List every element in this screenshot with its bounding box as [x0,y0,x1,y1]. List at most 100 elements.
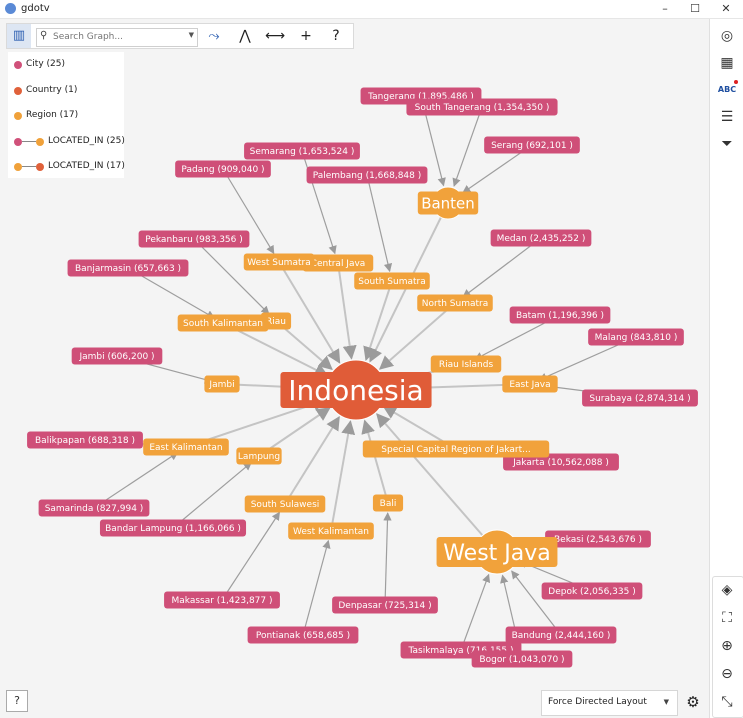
city-node-surabaya[interactable]: Surabaya (2,874,314 ) [582,389,698,407]
located-in-edge[interactable] [511,570,562,636]
region-node-northsumatra[interactable]: North Sumatra [417,294,493,312]
region-node-eastjava[interactable]: East Java [502,375,558,393]
city-node-makassar[interactable]: Makassar (1,423,877 ) [164,591,280,609]
city-node-medan[interactable]: Medan (2,435,252 ) [490,229,592,247]
city-node-malang[interactable]: Malang (843,810 ) [588,328,684,346]
node-label: Pontianak (658,685 ) [256,631,350,641]
located-in-edge[interactable] [193,238,270,315]
layers-icon[interactable]: ◈ [716,579,738,601]
region-node-banten[interactable]: Banten [417,186,479,220]
close-button[interactable]: ✕ [712,0,740,18]
located-in-edge[interactable] [383,512,392,606]
filter-icon[interactable]: ⏷ [716,133,738,155]
region-node-southsumatra[interactable]: South Sumatra [354,272,430,290]
maximize-button[interactable]: ☐ [681,0,709,18]
located-in-edge[interactable] [363,280,393,361]
node-label: Riau [266,317,286,327]
city-node-pekanbaru[interactable]: Pekanbaru (983,356 ) [138,230,250,248]
node-label: Bandung (2,444,160 ) [512,631,611,641]
city-node-balikpapan[interactable]: Balikpapan (688,318 ) [27,431,143,449]
city-node-batam[interactable]: Batam (1,196,396 ) [509,306,611,324]
region-node-jakarta_r[interactable]: Special Capital Region of Jakart... [362,440,550,458]
located-in-edge[interactable] [462,237,542,298]
gear-icon[interactable]: ⚙ [681,690,705,714]
city-node-bandung[interactable]: Bandung (2,444,160 ) [505,626,617,644]
city-swatch [14,61,22,69]
city-node-bandarlampung[interactable]: Bandar Lampung (1,166,066 ) [99,519,247,537]
expand-horizontal-icon[interactable]: ⟷ [261,24,289,48]
located-in-edge[interactable] [172,461,252,529]
located-in-edge[interactable] [337,262,357,360]
legend-panel: City (25) Country (1) Region (17) LOCATE… [8,52,125,178]
city-node-pontianak[interactable]: Pontianak (658,685 ) [247,626,359,644]
city-node-jambi_c[interactable]: Jambi (606,200 ) [71,347,163,365]
city-node-banjarmasin[interactable]: Banjarmasin (657,663 ) [67,259,189,277]
city-node-palembang[interactable]: Palembang (1,668,848 ) [306,166,428,184]
city-node-depok[interactable]: Depok (2,056,335 ) [541,582,643,600]
city-node-padang[interactable]: Padang (909,040 ) [175,160,271,178]
map-view-button[interactable]: ▥ [7,24,31,48]
help-panel-button[interactable]: ? [6,690,28,712]
sliders-icon[interactable]: ☰ [716,106,738,128]
region-node-bali[interactable]: Bali [372,494,404,512]
region-node-eastkal[interactable]: East Kalimantan [143,438,229,456]
region-node-riauislands[interactable]: Riau Islands [430,355,502,373]
search-input[interactable] [53,30,181,43]
collapse-icon[interactable]: ⤡ [716,691,738,713]
node-label: Pekanbaru (983,356 ) [145,235,243,245]
located-in-edge[interactable] [284,415,340,505]
add-icon[interactable]: + [292,24,320,48]
city-node-bekasi[interactable]: Bekasi (2,543,676 ) [545,530,651,548]
region-node-southsul[interactable]: South Sulawesi [244,495,326,513]
located-in-edge[interactable] [452,106,483,187]
node-label: Jakarta (10,562,088 ) [512,458,609,468]
hierarchy-icon[interactable]: ⋀ [231,24,259,48]
node-label: Bandar Lampung (1,166,066 ) [105,524,241,534]
node-label: Malang (843,810 ) [595,333,678,343]
located-in-edge[interactable] [301,150,337,255]
zoom-in-icon[interactable]: ⊕ [716,635,738,657]
country-swatch [14,87,22,95]
located-in-edge[interactable] [278,261,341,364]
region-node-jambi[interactable]: Jambi [204,375,240,393]
node-label: Riau Islands [439,360,494,370]
city-node-denpasar[interactable]: Denpasar (725,314 ) [332,596,438,614]
node-label: Banjarmasin (657,663 ) [75,264,181,274]
node-label: Bali [380,499,397,509]
region-node-westsumatra[interactable]: West Sumatra [243,253,315,271]
region-node-southkal[interactable]: South Kalimantan [177,314,269,332]
node-label: Samarinda (827,994 ) [45,504,144,514]
zoom-out-icon[interactable]: ⊖ [716,663,738,685]
chevron-down-icon[interactable]: ▼ [189,31,194,39]
node-label: Makassar (1,423,877 ) [172,596,273,606]
help-icon[interactable]: ? [322,24,350,48]
city-node-bogor[interactable]: Bogor (1,043,070 ) [471,650,573,668]
search-box[interactable]: ⚲ ▼ [36,28,198,47]
country-node-indonesia[interactable]: Indonesia [280,359,432,421]
located-in-edge[interactable] [361,419,389,504]
legend-label: Region (17) [26,110,79,120]
table-icon[interactable]: ▦ [716,52,738,74]
edge-line [22,141,36,142]
located-in-edge[interactable] [302,539,331,636]
city-node-southtangerang[interactable]: South Tangerang (1,354,350 ) [406,98,558,116]
legend-label: LOCATED_IN (25) [48,136,125,146]
node-label: West Java [443,541,551,566]
path-icon[interactable]: ⤳ [200,24,228,48]
located-in-edge[interactable] [460,573,491,651]
node-label: Bekasi (2,543,676 ) [554,535,642,545]
city-node-serang[interactable]: Serang (692,101 ) [484,136,580,154]
layout-select[interactable]: Force Directed Layout ▼ [541,690,678,716]
fit-screen-icon[interactable]: ⛶ [716,607,738,629]
located-in-edge[interactable] [376,413,498,553]
region-node-westjava[interactable]: West Java [436,529,558,575]
located-in-edge[interactable] [330,420,356,532]
locate-icon[interactable]: ◎ [716,25,738,47]
minimize-button[interactable]: – [651,0,679,18]
region-node-westkal[interactable]: West Kalimantan [288,522,374,540]
city-node-semarang[interactable]: Semarang (1,653,524 ) [244,142,360,160]
zoom-controls: ◈ ⛶ ⊕ ⊖ ⤡ [712,576,743,718]
city-node-samarinda[interactable]: Samarinda (827,994 ) [38,499,150,517]
region-node-lampung[interactable]: Lampung [236,447,282,465]
node-label: Banten [421,194,475,212]
